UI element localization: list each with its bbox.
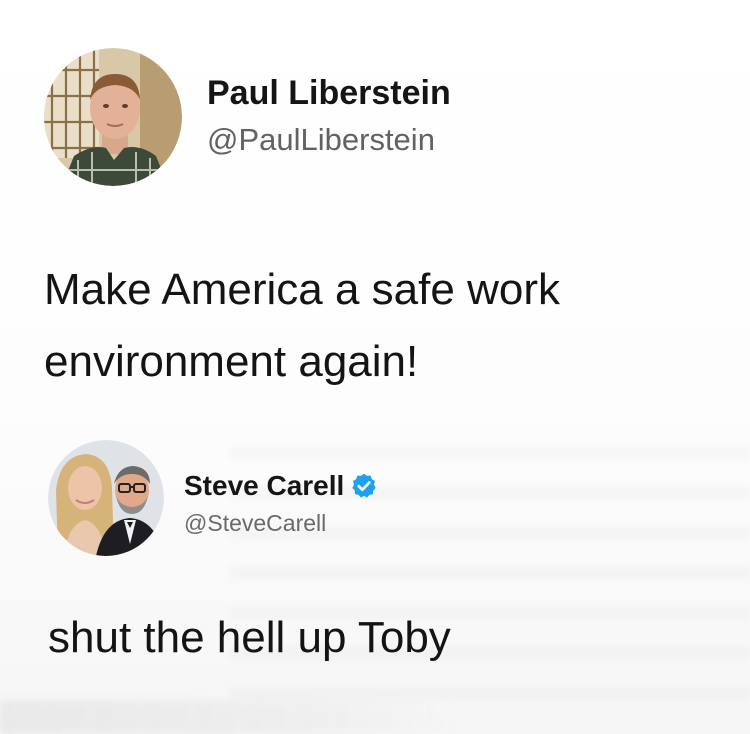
user-handle[interactable]: @SteveCarell bbox=[184, 510, 326, 537]
tweet-header: Steve Carell @SteveCarell bbox=[48, 440, 548, 560]
avatar-icon[interactable] bbox=[44, 48, 182, 186]
avatar-icon bbox=[44, 48, 182, 186]
avatar-icon[interactable] bbox=[48, 440, 164, 556]
screenshot-canvas: Paul Liberstein @PaulLiberstein Make Ame… bbox=[0, 0, 750, 734]
display-name[interactable]: Paul Liberstein bbox=[207, 74, 451, 113]
tweet-text: shut the hell up Toby bbox=[48, 613, 451, 662]
tweet-text: Make America a safe work environment aga… bbox=[44, 265, 560, 386]
user-handle[interactable]: @PaulLiberstein bbox=[207, 122, 435, 158]
tweet-header: Paul Liberstein @PaulLiberstein bbox=[44, 48, 604, 188]
display-name[interactable]: Steve Carell bbox=[184, 470, 378, 502]
verified-badge-icon bbox=[350, 472, 378, 500]
display-name-text: Steve Carell bbox=[184, 470, 345, 501]
avatar-icon bbox=[48, 440, 164, 556]
background-texture bbox=[0, 700, 460, 734]
